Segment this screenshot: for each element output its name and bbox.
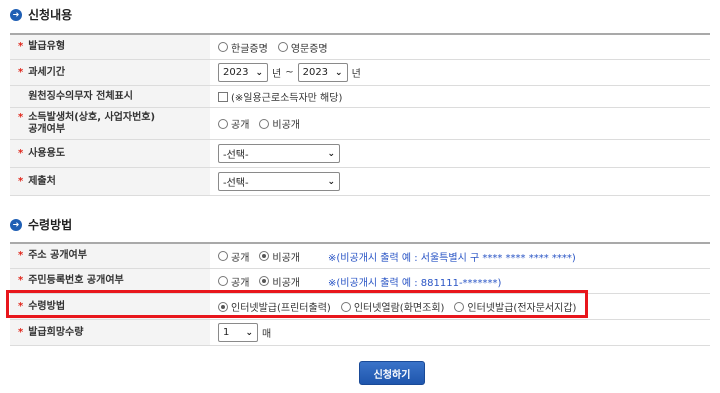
section-title-text: 신청내용 [28,8,73,22]
radio-income-public[interactable]: 공개 [218,116,249,131]
submit-to-label: 제출처 [28,175,56,187]
row-copies: * 발급희망수량 1 ⌄ 매 [10,320,710,346]
apply-submit-button[interactable]: 신청하기 [359,361,425,385]
radio-korean-cert[interactable]: 한글증명 [218,40,268,55]
checkbox-icon [218,91,228,102]
address-label: 주소 공개여부 [28,250,87,261]
radio-english-cert[interactable]: 영문증명 [277,40,328,55]
radio-icon [259,118,270,129]
row-issue-type: * 발급유형 한글증명 영문증명 [10,35,710,60]
resident-no-label: 주민등록번호 공개여부 [28,275,124,286]
tax-period-label: 과세기간 [28,66,66,78]
radio-checked-icon [259,251,270,261]
radio-resident-private[interactable]: 비공개 [259,274,300,289]
required-mark: * [18,66,24,78]
row-submit-to: * 제출처 -선택- ⌄ [10,168,710,196]
row-tax-period: * 과세기간 2023 ⌄ 년 ~ 2023 ⌄ 년 [10,60,710,86]
arrow-circle-icon: ➜ [10,8,22,21]
radio-resident-public[interactable]: 공개 [218,274,249,289]
purpose-select[interactable]: -선택- ⌄ [218,144,340,163]
row-withholding: *원천징수의무자 전체표시 (※일용근로소득자만 해당) [10,86,710,108]
submit-to-select[interactable]: -선택- ⌄ [218,172,340,191]
issue-type-label: 발급유형 [28,41,66,52]
copies-select[interactable]: 1 ⌄ [218,323,258,342]
radio-checked-icon [259,276,270,286]
withholding-label: 원천징수의무자 전체표시 [28,90,133,102]
section-title-text: 수령방법 [28,218,73,232]
arrow-circle-icon: ➜ [10,218,22,231]
resident-no-note: ※(비공개시 출력 예 : 881111-*******) [328,277,502,289]
purpose-label: 사용용도 [28,147,66,159]
tax-period-to-select[interactable]: 2023 ⌄ [297,63,348,82]
required-mark: * [18,250,24,261]
required-mark: * [18,326,24,338]
row-income-source: * 소득발생처(상호, 사업자번호) 공개여부 공개 비공개 [10,108,710,140]
required-mark: * [18,112,24,123]
chevron-down-icon: ⌄ [327,148,335,159]
section-title-application: ➜ 신청내용 [10,6,72,23]
radio-icon [218,251,228,261]
radio-icon [218,118,228,129]
radio-income-private[interactable]: 비공개 [259,116,300,131]
radio-address-public[interactable]: 공개 [218,249,249,264]
income-source-label: 소득발생처(상호, 사업자번호) [28,112,156,123]
chevron-down-icon: ⌄ [335,67,343,78]
radio-address-private[interactable]: 비공개 [259,249,300,264]
radio-icon [277,42,288,52]
chevron-down-icon: ⌄ [245,327,253,338]
row-address-public: * 주소 공개여부 공개 비공개 ※(비공개시 출력 예 : 서울특별시 구 **… [10,244,710,269]
required-mark: * [18,175,24,187]
section-title-receive: ➜ 수령방법 [10,216,72,233]
row-purpose: * 사용용도 -선택- ⌄ [10,140,710,168]
radio-icon [218,276,228,286]
chevron-down-icon: ⌄ [255,67,263,78]
withholding-checkbox[interactable]: (※일용근로소득자만 해당) [218,89,342,104]
application-form-table: * 발급유형 한글증명 영문증명 * 과세기간 2023 ⌄ 년 ~ 2023 ⌄ 년 … [10,33,710,196]
required-mark: * [18,147,24,159]
copies-label: 발급희망수량 [28,326,84,338]
receive-method-highlight-box [6,290,588,318]
required-mark: * [18,41,24,52]
chevron-down-icon: ⌄ [327,176,335,187]
tax-period-from-select[interactable]: 2023 ⌄ [218,63,268,82]
required-mark: * [18,275,24,286]
radio-icon [218,42,228,52]
address-note: ※(비공개시 출력 예 : 서울특별시 구 **** **** **** ***… [328,252,576,264]
